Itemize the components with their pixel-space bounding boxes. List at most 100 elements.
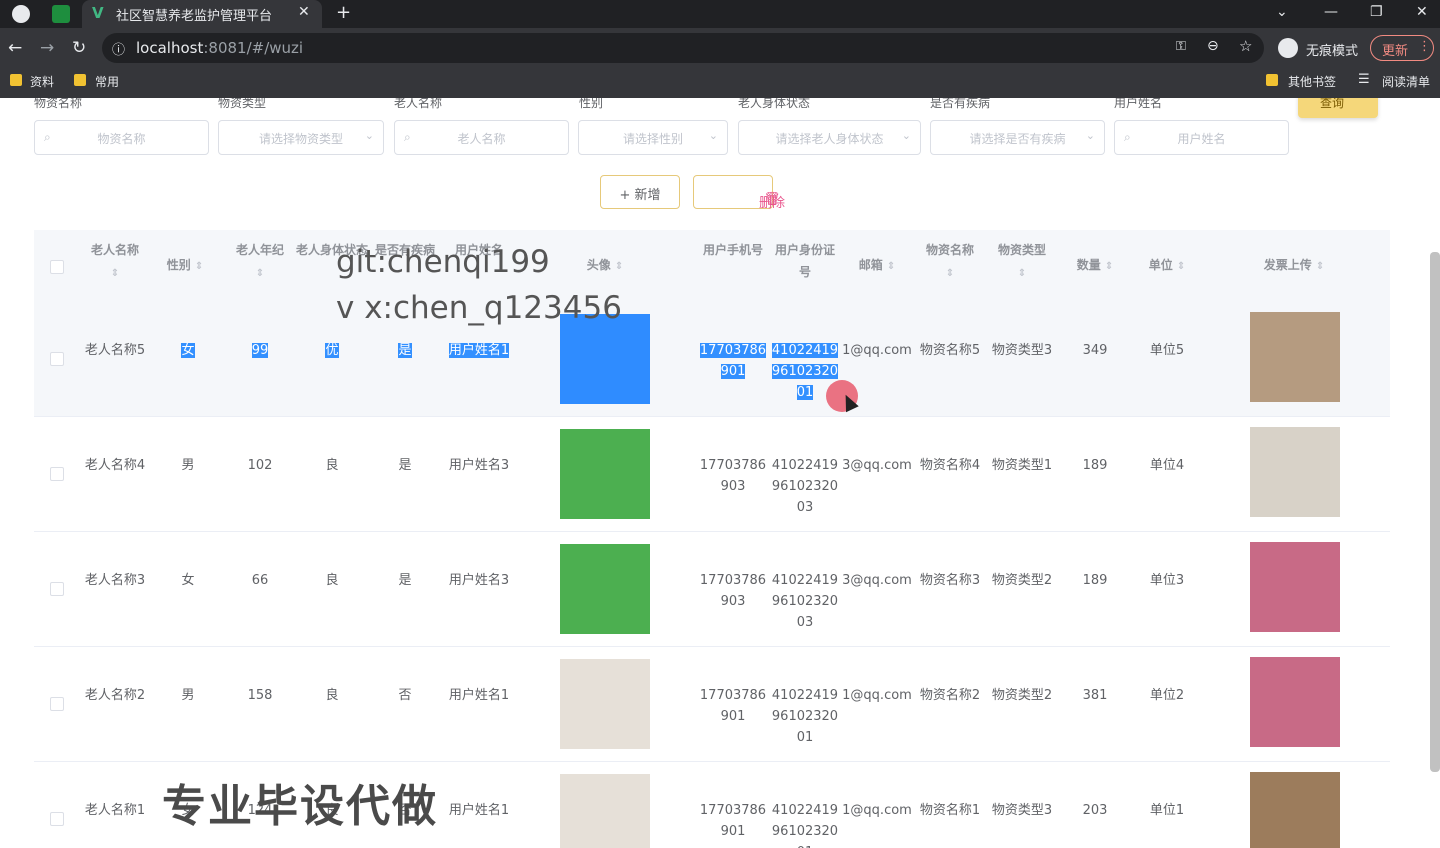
- bookmark-star-icon[interactable]: ☆: [1239, 37, 1252, 55]
- cell-type: 物资类型1: [991, 458, 1053, 473]
- restore-icon[interactable]: ❐: [1370, 4, 1383, 20]
- table-row[interactable]: 老人名称3 女 66 良 是 用户姓名3 17703786903 41022419961023…: [34, 532, 1390, 647]
- table-row[interactable]: 老人名称4 男 102 良 是 用户姓名3 17703786903 4102241996102…: [34, 417, 1390, 532]
- zoom-icon[interactable]: ⊖: [1207, 38, 1219, 54]
- table-row[interactable]: 老人名称5 女 99 优是用户姓名1 17703786901 41022419961023…: [34, 302, 1390, 417]
- row-checkbox[interactable]: [50, 582, 64, 596]
- cell-user: 用户姓名1: [448, 343, 510, 358]
- invoice-image[interactable]: [1250, 427, 1340, 517]
- avatar[interactable]: [560, 544, 650, 634]
- col-header[interactable]: 用户手机号: [698, 239, 768, 283]
- gender-select[interactable]: 请选择性别 ⌄: [578, 120, 728, 155]
- cell-status: 良: [325, 688, 339, 703]
- col-header[interactable]: 邮箱 ⇕: [842, 254, 912, 278]
- cell-unit: 单位2: [1149, 688, 1185, 703]
- reload-icon[interactable]: ↻: [72, 38, 86, 58]
- back-icon[interactable]: ←: [8, 38, 22, 58]
- row-checkbox[interactable]: [50, 352, 64, 366]
- col-header[interactable]: 老人年纪 ⇕: [224, 239, 296, 285]
- disease-select[interactable]: 请选择是否有疾病 ⌄: [930, 120, 1105, 155]
- row-checkbox[interactable]: [50, 812, 64, 826]
- cell-email: 3@qq.com: [842, 573, 912, 588]
- cell-idcard: 410224199610232001: [771, 688, 839, 745]
- bookmark-item[interactable]: 资料: [30, 73, 54, 90]
- avatar[interactable]: [560, 659, 650, 749]
- sheets-tab-icon[interactable]: [52, 5, 70, 23]
- new-tab-icon[interactable]: +: [336, 2, 351, 23]
- incognito-icon[interactable]: [1278, 38, 1298, 58]
- menu-dots-icon[interactable]: ⋮: [1418, 39, 1431, 54]
- cell-email: 1@qq.com: [842, 803, 912, 818]
- chevron-down-icon: ⌄: [1085, 129, 1095, 142]
- avatar[interactable]: [560, 429, 650, 519]
- tab-close-icon[interactable]: ✕: [298, 4, 310, 20]
- cell-goods: 物资名称3: [919, 573, 981, 588]
- select-all-checkbox[interactable]: [50, 260, 64, 274]
- page-content: 物资名称 物资类型 老人名称 性别 老人身体状态 是否有疾病 用户姓名 ⌕ 物资名…: [0, 98, 1440, 848]
- add-button[interactable]: + 新增: [600, 175, 680, 209]
- cell-status: 良: [325, 573, 339, 588]
- row-checkbox[interactable]: [50, 467, 64, 481]
- cell-name: 老人名称4: [84, 458, 146, 473]
- forward-icon[interactable]: →: [40, 38, 54, 58]
- row-checkbox[interactable]: [50, 697, 64, 711]
- chevron-down-icon: ⌄: [901, 129, 911, 142]
- tab-search-icon[interactable]: ⌄: [1276, 4, 1288, 20]
- col-header[interactable]: 物资名称 ⇕: [914, 239, 986, 285]
- elder-name-input[interactable]: ⌕ 老人名称: [394, 120, 569, 155]
- cell-type: 物资类型3: [991, 343, 1053, 358]
- col-header[interactable]: 发票上传 ⇕: [1234, 254, 1354, 278]
- bookmark-item[interactable]: 常用: [95, 73, 119, 90]
- reading-list[interactable]: 阅读清单: [1382, 73, 1430, 90]
- minimize-icon[interactable]: —: [1324, 4, 1338, 20]
- query-button[interactable]: 查询: [1298, 98, 1378, 118]
- cell-phone: 17703786903: [699, 573, 767, 609]
- col-header[interactable]: 单位 ⇕: [1132, 254, 1202, 278]
- filter-label: 是否有疾病: [930, 98, 991, 110]
- table-row[interactable]: 老人名称2 男 158 良 否 用户姓名1 17703786901 4102241996102…: [34, 647, 1390, 762]
- avatar[interactable]: [560, 314, 650, 404]
- invoice-image[interactable]: [1250, 312, 1340, 402]
- col-header[interactable]: 物资类型 ⇕: [986, 239, 1058, 285]
- reading-list-icon: ☰: [1358, 72, 1370, 87]
- url-text[interactable]: localhost:8081/#/wuzi: [136, 39, 303, 57]
- health-status-select[interactable]: 请选择老人身体状态 ⌄: [738, 120, 921, 155]
- watermark-text: v x:chen_q123456: [336, 290, 622, 326]
- goods-type-select[interactable]: 请选择物资类型 ⌄: [218, 120, 384, 155]
- cell-user: 用户姓名3: [448, 573, 510, 588]
- user-name-input[interactable]: ⌕ 用户姓名: [1114, 120, 1289, 155]
- close-window-icon[interactable]: ✕: [1416, 4, 1428, 20]
- browser-logo-icon[interactable]: [12, 5, 30, 23]
- cell-qty: 189: [1082, 573, 1108, 588]
- col-header[interactable]: 性别 ⇕: [152, 254, 218, 278]
- invoice-image[interactable]: [1250, 542, 1340, 632]
- goods-name-input[interactable]: ⌕ 物资名称: [34, 120, 209, 155]
- key-icon[interactable]: ⚿: [1176, 39, 1186, 54]
- folder-icon: [1266, 74, 1278, 86]
- folder-icon: [74, 74, 86, 86]
- cell-unit: 单位5: [1149, 343, 1185, 358]
- cell-goods: 物资名称1: [919, 803, 981, 818]
- invoice-image[interactable]: [1250, 772, 1340, 848]
- update-label: 更新: [1382, 44, 1409, 59]
- col-header[interactable]: 头像 ⇕: [560, 254, 650, 278]
- other-bookmarks[interactable]: 其他书签: [1288, 73, 1336, 90]
- delete-button[interactable]: 🗑 删除: [693, 175, 785, 211]
- cell-status: 优: [325, 343, 339, 358]
- cell-disease: 是: [398, 458, 412, 473]
- info-icon[interactable]: ⓘ: [112, 39, 125, 58]
- cell-gender: 男: [181, 688, 195, 703]
- avatar[interactable]: [560, 774, 650, 848]
- col-header[interactable]: 数量 ⇕: [1060, 254, 1130, 278]
- cell-qty: 203: [1082, 803, 1108, 818]
- bookmarks-bar: [0, 68, 1440, 98]
- cell-email: 1@qq.com: [842, 343, 912, 358]
- col-header[interactable]: 用户身份证号: [770, 239, 840, 283]
- cell-disease: 是: [398, 573, 412, 588]
- cell-goods: 物资名称4: [919, 458, 981, 473]
- filter-label: 老人身体状态: [738, 98, 811, 110]
- page-scrollbar[interactable]: [1430, 252, 1440, 772]
- invoice-image[interactable]: [1250, 657, 1340, 747]
- cell-email: 1@qq.com: [842, 688, 912, 703]
- col-header[interactable]: 老人名称 ⇕: [78, 239, 152, 285]
